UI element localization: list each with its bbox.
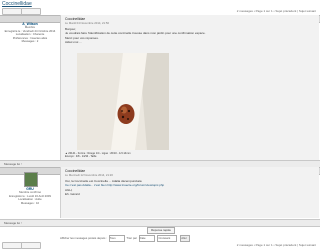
ladybird-photo[interactable] xyxy=(77,53,169,150)
top-toolbar: 2 messages • Page 1 sur 1 • Sujet précéd… xyxy=(0,8,320,15)
ladybird-image xyxy=(77,53,169,150)
time-filter-value: Tous xyxy=(109,236,116,240)
post-author-2: GRU Membre confirmé Enregistré le : Lund… xyxy=(0,172,60,205)
time-filter-select[interactable]: Tous xyxy=(108,235,125,242)
post-text-line: Eh. Gérard xyxy=(65,191,80,196)
post-author-1: A_Wilson Membre Enregistré le : Vendredi… xyxy=(0,22,60,44)
bottom-display-options: Afficher les messages postés depuis : To… xyxy=(60,235,191,242)
avatar xyxy=(24,172,38,187)
sort-label: Trier par xyxy=(126,235,137,240)
post-footer-link[interactable]: Message lié ↑ xyxy=(4,221,22,225)
photo-caption-2: Envoyé : 4/8 - 14/34 - Taille xyxy=(65,155,97,158)
reply-button[interactable] xyxy=(21,8,41,15)
author-info-line: Messages : 10 xyxy=(20,200,40,205)
sort-dir-value: Croissant xyxy=(158,236,171,240)
quick-reply-button[interactable]: Réponse rapide xyxy=(147,227,175,234)
bottom-toolbar: 2 messages • Page 1 sur 1 • Sujet précéd… xyxy=(0,242,320,249)
reply-button-bottom[interactable] xyxy=(21,242,41,249)
post-footer-link[interactable]: Message lié ↑ xyxy=(4,162,22,166)
sort-key-select[interactable]: Date xyxy=(138,235,155,242)
sort-key-value: Date xyxy=(139,236,146,240)
display-options-label: Afficher les messages postés depuis : xyxy=(60,235,107,240)
post-text-line: Aidez-moi ... xyxy=(65,39,82,44)
post-footer-2: Message lié ↑ xyxy=(0,219,320,227)
post-body-1: Coccinellidae Lu Mardi 04 Novembre 2014,… xyxy=(60,15,319,160)
go-button[interactable]: Aller xyxy=(180,235,191,242)
pager-top[interactable]: 2 messages • Page 1 sur 1 • Sujet précéd… xyxy=(237,9,316,13)
go-label: Aller xyxy=(181,236,187,240)
top-header: Coccinellidae xyxy=(0,0,320,7)
pager-bottom[interactable]: 2 messages • Page 1 sur 1 • Sujet précéd… xyxy=(237,243,316,247)
sort-dir-select[interactable]: Croissant xyxy=(157,235,178,242)
new-topic-button[interactable] xyxy=(2,8,22,15)
author-info-line: Messages : 2 xyxy=(21,39,39,44)
new-topic-button-bottom[interactable] xyxy=(2,242,22,249)
post-body-2: Coccinellidae Lu Mercredi 12 Novembre 20… xyxy=(60,167,319,218)
breadcrumb[interactable]: Coccinellidae xyxy=(2,1,32,7)
